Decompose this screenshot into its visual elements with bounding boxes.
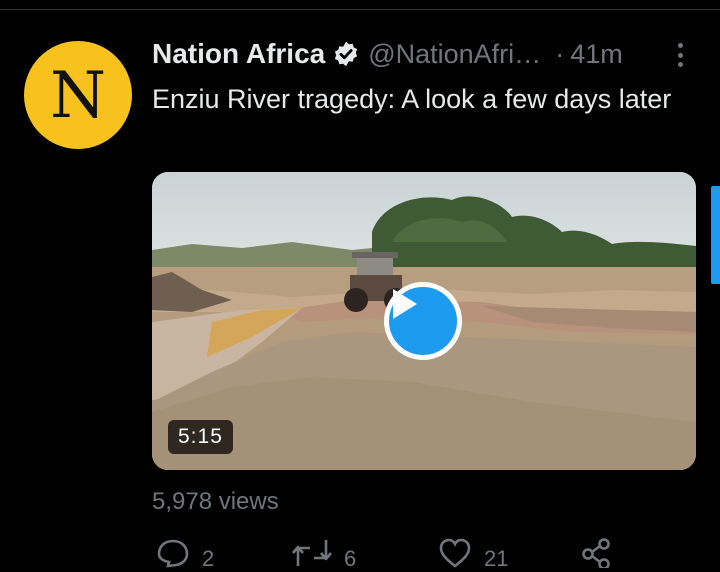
- verified-badge-icon: [335, 41, 358, 67]
- avatar[interactable]: N: [24, 41, 132, 149]
- author-handle[interactable]: @NationAfri…: [368, 39, 541, 70]
- share-button[interactable]: [580, 538, 614, 568]
- play-icon: [393, 289, 417, 319]
- reply-count: 2: [202, 546, 215, 571]
- like-count: 21: [484, 546, 509, 571]
- view-count: 5,978 views: [152, 488, 279, 515]
- timestamp[interactable]: 41m: [570, 39, 623, 70]
- retweet-button[interactable]: 6: [292, 538, 356, 572]
- play-button[interactable]: [384, 282, 462, 360]
- retweet-icon: [292, 540, 332, 566]
- video-duration-badge: 5:15: [168, 420, 233, 454]
- tweet-header: Nation Africa @NationAfri… · 41m: [152, 36, 623, 72]
- scroll-indicator: [711, 186, 720, 284]
- avatar-logo-letter: N: [50, 59, 106, 133]
- tweet-text: Enziu River tragedy: A look a few days l…: [152, 84, 672, 114]
- separator-dot: ·: [555, 38, 565, 69]
- retweet-count: 6: [344, 546, 357, 571]
- more-options-icon[interactable]: [670, 40, 690, 70]
- author-name[interactable]: Nation Africa: [152, 38, 325, 70]
- reply-icon: [157, 539, 189, 568]
- share-icon: [582, 538, 610, 568]
- tweet-actions: 2 6 21: [152, 538, 622, 571]
- like-button[interactable]: 21: [438, 538, 508, 572]
- top-divider: [0, 9, 720, 10]
- video-player[interactable]: 5:15: [152, 172, 696, 470]
- like-icon: [439, 538, 471, 568]
- reply-button[interactable]: 2: [156, 538, 214, 572]
